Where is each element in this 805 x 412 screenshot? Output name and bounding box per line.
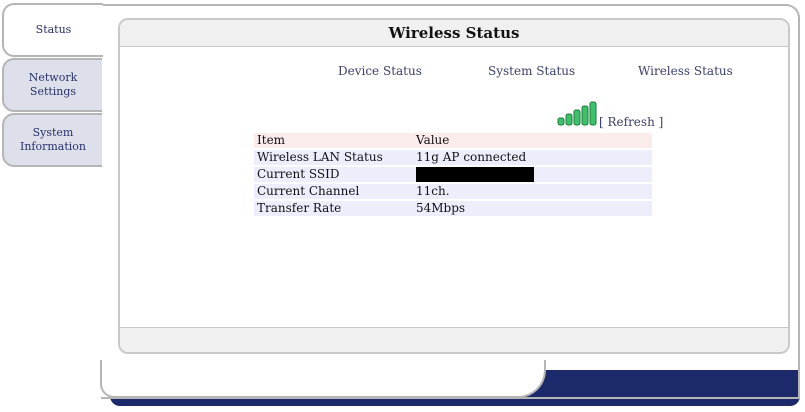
row-item-label: Current Channel (254, 184, 413, 199)
table-row: Current SSID (254, 167, 652, 182)
page-title: Wireless Status (120, 20, 788, 47)
wireless-status-table: Item Value Wireless LAN Status 11g AP co… (254, 131, 652, 218)
row-value (413, 167, 652, 182)
row-value: 54Mbps (413, 201, 652, 216)
signal-bar-5 (589, 101, 597, 126)
redacted-ssid (416, 167, 534, 182)
tab-network-settings-label: Network Settings (28, 71, 78, 98)
row-value: 11ch. (413, 184, 652, 199)
table-row: Wireless LAN Status 11g AP connected (254, 150, 652, 165)
row-value: 11g AP connected (413, 150, 652, 165)
column-header-item: Item (254, 133, 413, 148)
tab-network-settings[interactable]: Network Settings (2, 58, 102, 112)
subnav-wireless-status[interactable]: Wireless Status (638, 64, 733, 78)
subnav-system-status[interactable]: System Status (488, 64, 575, 78)
tab-system-information-label: System Information (19, 126, 87, 153)
tab-status-label: Status (35, 23, 72, 36)
subnav-device-status[interactable]: Device Status (338, 64, 422, 78)
table-row: Current Channel 11ch. (254, 184, 652, 199)
signal-bar-1 (557, 117, 565, 126)
tab-system-information[interactable]: System Information (2, 113, 102, 167)
column-header-value: Value (413, 133, 652, 148)
row-item-label: Wireless LAN Status (254, 150, 413, 165)
signal-bar-3 (573, 109, 581, 126)
row-item-label: Current SSID (254, 167, 413, 182)
panel-footer (120, 327, 788, 352)
row-item-label: Transfer Rate (254, 201, 413, 216)
tab-status[interactable]: Status (2, 3, 103, 57)
refresh-link[interactable]: [ Refresh ] (599, 115, 663, 129)
table-row: Transfer Rate 54Mbps (254, 201, 652, 216)
signal-strength-icon (557, 101, 597, 126)
signal-bar-2 (565, 113, 573, 126)
router-admin-page: Status Network Settings System Informati… (0, 0, 805, 412)
signal-bar-4 (581, 105, 589, 126)
table-header-row: Item Value (254, 133, 652, 148)
wireless-status-panel: Wireless Status Device Status System Sta… (118, 18, 790, 354)
